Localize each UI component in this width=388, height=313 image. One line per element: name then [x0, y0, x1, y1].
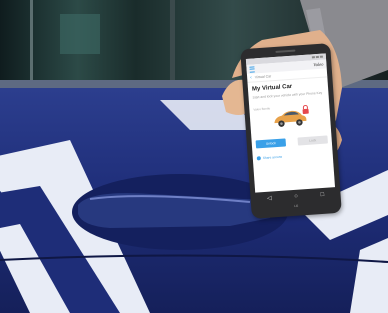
device-logo: LG: [294, 203, 299, 208]
photo-scene: Valeo ‹ Virtual Car My Virtual Car Start…: [0, 0, 388, 313]
unlock-button[interactable]: Unlock: [255, 137, 287, 148]
car-icon: [274, 110, 307, 127]
recents-icon[interactable]: □: [320, 191, 324, 197]
smartphone: Valeo ‹ Virtual Car My Virtual Car Start…: [240, 43, 342, 219]
phone-screen: Valeo ‹ Virtual Car My Virtual Car Start…: [245, 53, 336, 193]
brand-logo: Valeo: [313, 61, 324, 68]
menu-icon[interactable]: [249, 65, 255, 73]
back-icon[interactable]: ◁: [267, 195, 272, 201]
car-label: Valeo Beetle: [253, 105, 271, 112]
speaker-grille: [275, 49, 296, 53]
lock-button[interactable]: Lock: [297, 134, 328, 146]
car-card[interactable]: Valeo Beetle: [249, 99, 331, 135]
action-buttons: Unlock Lock: [252, 134, 332, 149]
back-arrow-icon[interactable]: ‹: [250, 75, 252, 81]
share-access-link[interactable]: Share access: [253, 151, 333, 161]
home-icon[interactable]: ○: [294, 193, 298, 199]
nav-title: Virtual Car: [254, 74, 272, 80]
share-access-label: Share access: [262, 154, 283, 160]
share-icon: [256, 155, 261, 160]
